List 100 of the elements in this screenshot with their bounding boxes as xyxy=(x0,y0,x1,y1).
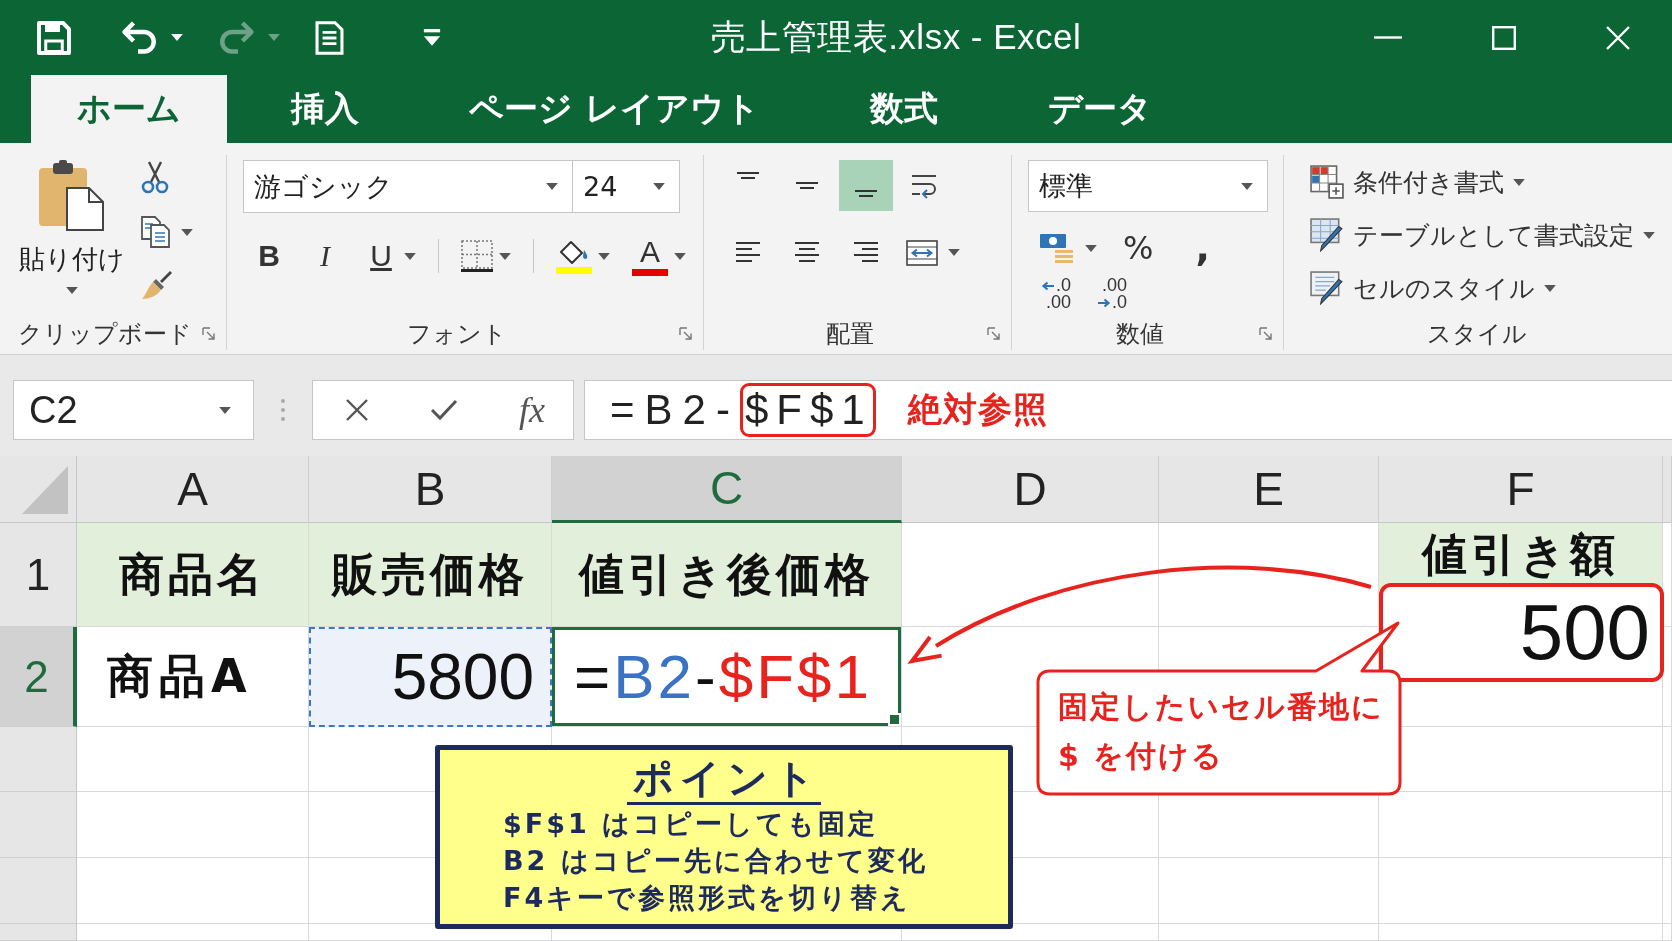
callout-text: 固定したいセル番地に $ を付ける xyxy=(1058,688,1384,775)
caret-icon xyxy=(546,183,558,190)
column-header[interactable]: F xyxy=(1379,456,1663,523)
font-color-button[interactable]: A xyxy=(632,235,686,277)
align-bottom-button[interactable] xyxy=(839,160,893,211)
caret-icon xyxy=(1085,244,1097,252)
header-cell: 販売価格 xyxy=(309,523,552,627)
column-header[interactable]: E xyxy=(1159,456,1379,523)
caret-icon xyxy=(653,183,665,190)
formula-field[interactable]: =B2-$F$1 絶対参照 xyxy=(584,380,1672,440)
name-box[interactable]: C2 xyxy=(13,380,254,440)
caret-icon xyxy=(1241,182,1253,190)
underline-button[interactable]: U xyxy=(364,235,416,277)
row-header[interactable]: 2 xyxy=(0,627,77,727)
style-menu-button[interactable]: セルのスタイル xyxy=(1310,266,1672,310)
group-label: スタイル xyxy=(1427,319,1527,350)
decrease-decimal-button[interactable]: .00 .0 xyxy=(1097,277,1128,311)
banknote-icon xyxy=(1039,232,1075,264)
customize-button[interactable] xyxy=(421,28,443,47)
bold-button[interactable]: B xyxy=(252,235,286,277)
column-header[interactable]: A xyxy=(77,456,309,523)
group-label: フォント xyxy=(407,319,507,350)
note-line: B2 はコピー先に合わせて変化 xyxy=(503,844,929,878)
undo-button[interactable] xyxy=(120,19,183,56)
italic-button[interactable]: I xyxy=(308,235,342,277)
align-top-icon xyxy=(734,172,762,179)
dialog-launcher-icon[interactable] xyxy=(987,327,1001,341)
clipboard-icon xyxy=(39,160,105,232)
empty-cell xyxy=(1663,924,1672,941)
align-bottom-icon xyxy=(852,190,880,197)
note-title: ポイント xyxy=(627,754,821,805)
table-pen-icon xyxy=(1310,218,1344,252)
save-icon xyxy=(36,19,72,56)
close-icon xyxy=(1606,25,1630,50)
caret-icon xyxy=(181,228,193,236)
cancel-icon xyxy=(345,398,369,422)
ribbon-tab[interactable]: 数式 xyxy=(823,75,984,143)
table-grid-icon xyxy=(1310,165,1344,199)
column-header[interactable]: B xyxy=(309,456,552,523)
save-button[interactable] xyxy=(36,19,72,56)
ribbon-tab[interactable]: ホーム xyxy=(31,75,227,143)
caret-icon xyxy=(1513,178,1525,186)
increase-decimal-button[interactable]: .0 .00 xyxy=(1041,277,1071,311)
align-left-icon xyxy=(734,242,762,263)
customize-icon xyxy=(421,28,443,47)
style-menu-button[interactable]: 条件付き書式 xyxy=(1310,160,1672,204)
selected-cell[interactable]: =B2-$F$1 xyxy=(552,627,902,727)
caret-icon xyxy=(1643,231,1655,239)
document-icon xyxy=(314,19,345,56)
fill-handle[interactable] xyxy=(888,713,901,726)
arrow-left-icon xyxy=(1041,280,1055,291)
group-label: 配置 xyxy=(825,319,874,350)
group-label: クリップボード xyxy=(18,319,192,350)
caret-icon xyxy=(948,249,960,256)
ribbon-tab[interactable]: データ xyxy=(1001,75,1198,143)
empty-cell xyxy=(1663,792,1672,858)
caret-icon xyxy=(598,252,610,260)
maximize-button[interactable] xyxy=(1492,25,1516,50)
paintbrush-icon xyxy=(141,270,173,300)
highlighted-formula-text: $F$1 xyxy=(739,383,876,437)
dialog-launcher-icon[interactable] xyxy=(679,327,693,341)
row-header[interactable]: 1 xyxy=(0,523,77,627)
scissors-icon xyxy=(141,160,169,194)
formula-text: =B2- xyxy=(610,386,740,434)
dialog-launcher-icon[interactable] xyxy=(1259,327,1273,341)
close-button[interactable] xyxy=(1606,25,1630,50)
ribbon-tab[interactable]: 挿入 xyxy=(245,75,405,143)
enter-button[interactable] xyxy=(430,399,458,421)
empty-cell xyxy=(1663,727,1672,792)
form-button[interactable] xyxy=(314,19,345,56)
window-title: 売上管理表.xlsx - Excel xyxy=(710,16,1082,58)
font-size-field[interactable]: 24 xyxy=(572,160,680,213)
column-header[interactable]: D xyxy=(902,456,1159,523)
dialog-launcher-icon[interactable] xyxy=(202,327,216,341)
ribbon-tab[interactable]: ページ レイアウト xyxy=(423,75,806,143)
caret-icon xyxy=(674,252,686,260)
checkmark-icon xyxy=(430,399,458,421)
number-format-field[interactable]: 標準 xyxy=(1028,160,1268,212)
percent-style-button[interactable]: % xyxy=(1123,229,1154,267)
align-middle-icon xyxy=(793,182,821,189)
caret-icon xyxy=(499,252,511,260)
caret-icon xyxy=(268,34,280,41)
maximize-icon xyxy=(1492,25,1516,50)
currency-format-button[interactable] xyxy=(1039,232,1097,264)
note-line: F4キーで参照形式を切り替え xyxy=(503,881,913,915)
font-name-field[interactable]: 游ゴシック xyxy=(243,160,573,213)
paint-bucket-icon xyxy=(558,238,590,265)
minimize-icon xyxy=(1374,36,1402,39)
cancel-button[interactable] xyxy=(345,398,369,422)
copy-button[interactable] xyxy=(141,216,193,248)
cell-text: =B2-$F$1 xyxy=(574,641,873,712)
caret-icon xyxy=(66,287,78,294)
align-center-icon xyxy=(793,242,821,263)
highlighted-cell: 500 xyxy=(1379,583,1664,682)
redo-arrow-icon xyxy=(217,19,256,56)
insert-function-button[interactable]: fx xyxy=(519,389,545,431)
drag-handle-icon[interactable] xyxy=(281,399,285,421)
style-menu-button[interactable]: テーブルとして書式設定 xyxy=(1310,213,1672,257)
copy-icon xyxy=(141,216,171,248)
column-header[interactable]: C xyxy=(552,456,902,523)
